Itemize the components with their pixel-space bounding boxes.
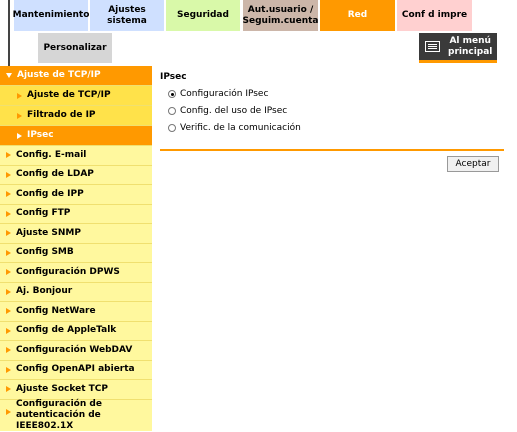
main-menu-label: Al menú principal [448, 36, 492, 58]
sidebar-item-label: Config OpenAPI abierta [16, 364, 135, 375]
radio-verific-comunicacion[interactable]: Verific. de la comunicación [168, 123, 301, 133]
tab-conf-impre[interactable]: Conf d impre [397, 0, 472, 31]
radio-label: Config. del uso de IPsec [180, 106, 288, 116]
tab-red[interactable]: Red [320, 0, 395, 31]
main-menu-line1: Al menú [449, 35, 491, 46]
radio-configuracion-ipsec[interactable]: Configuración IPsec [168, 89, 268, 99]
triangle-right-icon [6, 210, 11, 217]
radio-selected-icon[interactable] [168, 90, 176, 98]
sidebar-item-label: Ajuste Socket TCP [16, 383, 108, 394]
sidebar-item-label: Aj. Bonjour [16, 286, 73, 297]
sidebar-item-ipsec[interactable]: IPsec [0, 126, 152, 146]
sidebar-item-ajuste-tcpip-group[interactable]: Ajuste de TCP/IP [0, 66, 152, 86]
triangle-right-icon [17, 112, 22, 119]
main-menu-line2: principal [448, 46, 493, 57]
sidebar-item-configuracion-webdav[interactable]: Configuración WebDAV [0, 341, 152, 361]
radio-label: Verific. de la comunicación [180, 123, 301, 133]
page-title: IPsec [160, 72, 187, 82]
triangle-right-icon [6, 408, 11, 415]
triangle-right-icon [6, 366, 11, 373]
sidebar-item-label: Configuración de autenticación de IEEE80… [16, 399, 152, 432]
sidebar-item-config-netware[interactable]: Config NetWare [0, 302, 152, 322]
triangle-right-icon [6, 269, 11, 276]
sidebar-item-ajuste-tcpip[interactable]: Ajuste de TCP/IP [0, 86, 152, 106]
sidebar-item-label: Ajuste de TCP/IP [27, 90, 111, 100]
radio-unselected-icon[interactable] [168, 107, 176, 115]
triangle-right-icon [6, 308, 11, 315]
sidebar-item-label-line1: Configuración de [16, 398, 102, 409]
sidebar-item-label: Configuración DPWS [16, 266, 120, 277]
sidebar-item-label-line2: autenticación de IEEE802.1X [16, 409, 101, 431]
triangle-right-icon [6, 249, 11, 256]
sidebar-item-label: Config de LDAP [16, 169, 94, 180]
sidebar-item-label: Config de IPP [16, 188, 84, 199]
triangle-right-icon [6, 171, 11, 178]
sidebar-item-label: Config FTP [16, 208, 71, 219]
sidebar-item-label: Ajuste SNMP [16, 227, 81, 238]
tab-aut-usuario[interactable]: Aut.usuario / Seguim.cuenta [243, 0, 318, 31]
sidebar-item-config-email[interactable]: Config. E-mail [0, 146, 152, 166]
sidebar-item-label: IPsec [27, 130, 54, 140]
triangle-right-icon [6, 191, 11, 198]
tab-ajustes-sistema[interactable]: Ajustes sistema [90, 0, 164, 31]
sidebar-item-ajuste-snmp[interactable]: Ajuste SNMP [0, 224, 152, 244]
sidebar-item-ieee8021x[interactable]: Configuración de autenticación de IEEE80… [0, 399, 152, 432]
radio-config-uso-ipsec[interactable]: Config. del uso de IPsec [168, 106, 287, 116]
triangle-right-icon [6, 386, 11, 393]
triangle-right-icon [6, 288, 11, 295]
radio-label: Configuración IPsec [180, 89, 269, 99]
sidebar-item-label: Config SMB [16, 247, 74, 258]
triangle-right-icon [6, 152, 11, 159]
sidebar-item-label: Filtrado de IP [27, 110, 96, 120]
tab-mantenimiento[interactable]: Mantenimiento [13, 0, 89, 31]
sidebar-item-configuracion-dpws[interactable]: Configuración DPWS [0, 263, 152, 283]
sidebar-item-label: Config. E-mail [16, 149, 87, 160]
tab-personalizar[interactable]: Personalizar [38, 33, 112, 63]
main-menu-icon [425, 41, 440, 52]
tab-aut-usuario-line1: Aut.usuario / [247, 4, 314, 15]
radio-unselected-icon[interactable] [168, 124, 176, 132]
sidebar-item-filtrado-ip[interactable]: Filtrado de IP [0, 106, 152, 126]
triangle-right-icon [17, 92, 22, 99]
sidebar-item-config-openapi[interactable]: Config OpenAPI abierta [0, 361, 152, 380]
sidebar: Ajuste de TCP/IP Ajuste de TCP/IP Filtra… [0, 66, 152, 431]
sidebar-item-config-ipp[interactable]: Config de IPP [0, 185, 152, 205]
sidebar-item-ajuste-socket-tcp[interactable]: Ajuste Socket TCP [0, 380, 152, 400]
sidebar-item-label: Ajuste de TCP/IP [17, 70, 101, 80]
sidebar-item-config-smb[interactable]: Config SMB [0, 244, 152, 263]
main-menu-button[interactable]: Al menú principal [419, 33, 497, 63]
triangle-right-icon [6, 347, 11, 354]
accept-button[interactable]: Aceptar [447, 156, 499, 172]
tab-seguridad[interactable]: Seguridad [166, 0, 240, 31]
left-divider [8, 0, 10, 66]
triangle-down-icon [6, 73, 12, 78]
sidebar-item-label: Configuración WebDAV [16, 344, 133, 355]
tab-aut-usuario-line2: Seguim.cuenta [242, 15, 319, 26]
triangle-right-icon [6, 327, 11, 334]
triangle-right-icon [17, 132, 22, 139]
sidebar-item-config-appletalk[interactable]: Config de AppleTalk [0, 322, 152, 341]
sidebar-item-label: Config de AppleTalk [16, 325, 117, 336]
triangle-right-icon [6, 230, 11, 237]
sidebar-item-label: Config NetWare [16, 305, 96, 316]
sidebar-item-config-ftp[interactable]: Config FTP [0, 205, 152, 224]
sidebar-item-config-ldap[interactable]: Config de LDAP [0, 166, 152, 185]
sidebar-item-aj-bonjour[interactable]: Aj. Bonjour [0, 283, 152, 302]
section-divider [160, 149, 504, 151]
